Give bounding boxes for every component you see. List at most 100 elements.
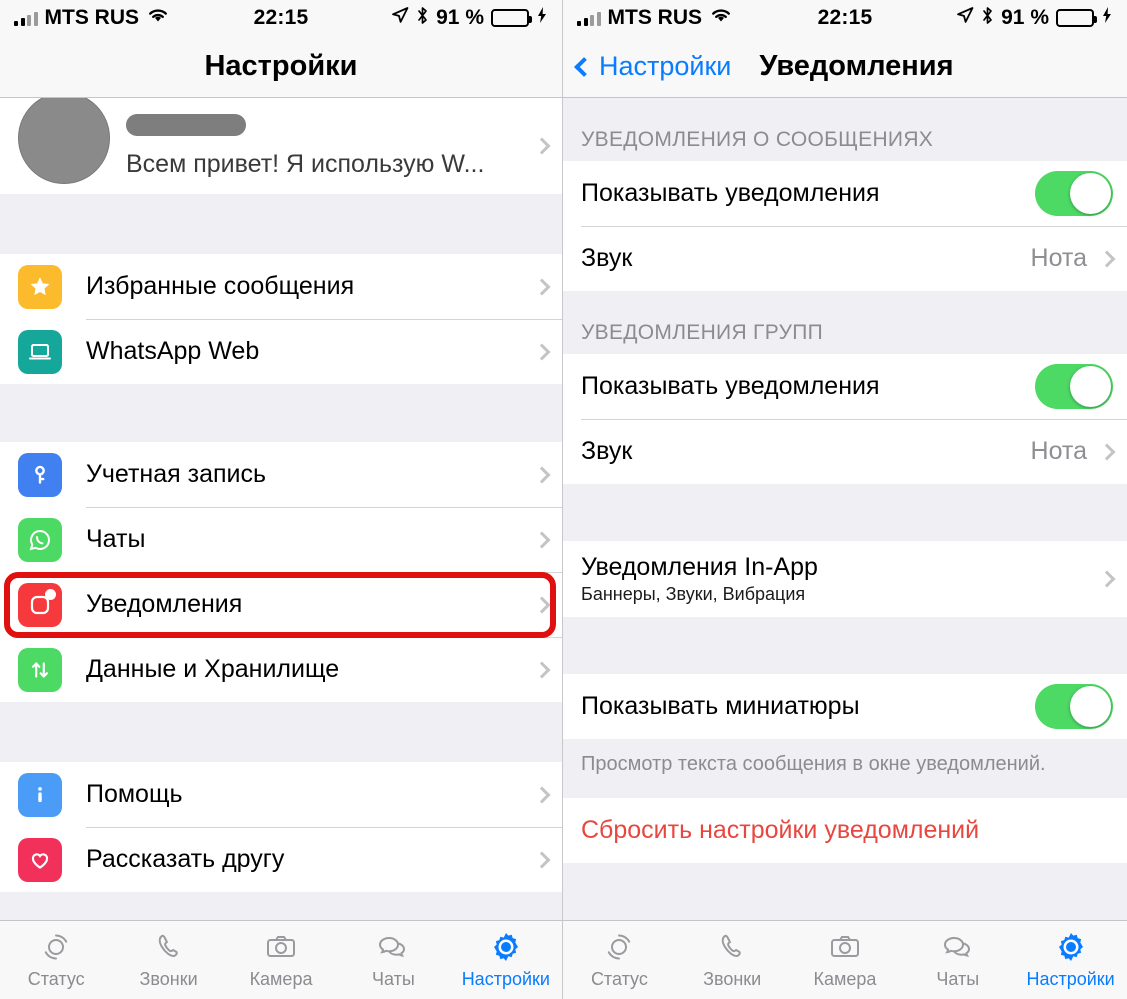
settings-list[interactable]: Всем привет! Я использую W... Избранные …: [0, 98, 562, 920]
tab-calls[interactable]: Звонки: [112, 930, 224, 990]
row-in-app-notifications[interactable]: Уведомления In-App Баннеры, Звуки, Вибра…: [563, 541, 1127, 617]
group-main-settings: Учетная запись Чаты Уведомления Данные и…: [0, 442, 562, 702]
charging-bolt-icon: [536, 6, 548, 30]
tab-settings[interactable]: Настройки: [450, 930, 562, 990]
chevron-right-icon: [533, 466, 551, 483]
row-label: Показывать уведомления: [581, 179, 880, 207]
group-group-notifications: Показывать уведомления Звук Нота: [563, 354, 1127, 484]
list-item-label: Чаты: [86, 525, 146, 553]
section-gap: [563, 484, 1127, 541]
back-button-label: Настройки: [599, 51, 732, 81]
chevron-right-icon: [533, 596, 551, 613]
list-item-chats[interactable]: Чаты: [0, 507, 562, 572]
list-item-help[interactable]: Помощь: [0, 762, 562, 827]
notifications-list[interactable]: УВЕДОМЛЕНИЯ О СООБЩЕНИЯХ Показывать увед…: [563, 98, 1127, 920]
section-footer-previews: Просмотр текста сообщения в окне уведомл…: [563, 739, 1127, 798]
status-bar-right-group: 91 %: [391, 6, 548, 31]
avatar: [18, 98, 110, 184]
back-button[interactable]: Настройки: [563, 51, 731, 82]
profile-group: Всем привет! Я использую W...: [0, 98, 562, 194]
row-show-notifications-messages[interactable]: Показывать уведомления: [563, 161, 1127, 226]
nav-bar-right: Настройки Уведомления: [563, 36, 1127, 98]
row-reset-notification-settings[interactable]: Сбросить настройки уведомлений: [563, 798, 1127, 863]
chevron-left-icon: [574, 56, 594, 77]
toggle-show-previews[interactable]: [1035, 684, 1113, 729]
battery-icon: [491, 9, 532, 27]
section-gap: [0, 702, 562, 762]
tab-label: Чаты: [372, 969, 415, 989]
tab-label: Звонки: [703, 969, 762, 989]
heart-icon: [18, 837, 62, 882]
profile-row[interactable]: Всем привет! Я использую W...: [0, 98, 562, 194]
tab-camera[interactable]: Камера: [789, 930, 902, 990]
tab-status[interactable]: Статус: [563, 930, 676, 990]
whatsapp-icon: [18, 517, 62, 562]
row-show-previews[interactable]: Показывать миниатюры: [563, 674, 1127, 739]
tab-label: Камера: [249, 969, 313, 989]
row-label: Показывать миниатюры: [581, 692, 860, 720]
tab-settings[interactable]: Настройки: [1014, 930, 1127, 990]
chevron-right-icon: [1098, 443, 1116, 460]
section-gap: [0, 384, 562, 442]
nav-bar-left: Настройки: [0, 36, 562, 98]
status-bar-left: MTS RUS 22:15 91 %: [0, 0, 562, 36]
info-icon: [18, 772, 62, 817]
row-label: Звук: [581, 244, 633, 272]
chevron-right-icon: [533, 278, 551, 295]
chevron-right-icon: [533, 343, 551, 360]
laptop-icon: [18, 329, 62, 374]
section-gap: [0, 194, 562, 254]
list-item-label: Помощь: [86, 780, 183, 808]
tab-bar-left[interactable]: Статус Звонки Камера Чаты Настройки: [0, 920, 562, 999]
list-item-label: Уведомления: [86, 590, 243, 618]
location-arrow-icon: [956, 6, 974, 30]
tab-label: Звонки: [139, 969, 198, 989]
tab-label: Статус: [27, 969, 85, 989]
row-value: Нота: [1030, 437, 1087, 465]
dual-screenshot: MTS RUS 22:15 91 % Настройки Всем привет…: [0, 0, 1127, 999]
tab-camera[interactable]: Камера: [225, 930, 337, 990]
list-item-label: Данные и Хранилище: [86, 655, 340, 683]
list-item-tell-a-friend[interactable]: Рассказать другу: [0, 827, 562, 892]
row-show-notifications-groups[interactable]: Показывать уведомления: [563, 354, 1127, 419]
left-phone-screen: MTS RUS 22:15 91 % Настройки Всем привет…: [0, 0, 563, 999]
tab-bar-right[interactable]: Статус Звонки Камера Чаты Настройки: [563, 920, 1127, 999]
toggle-show-notifications-messages[interactable]: [1035, 171, 1113, 216]
tab-chats[interactable]: Чаты: [901, 930, 1014, 990]
tab-status[interactable]: Статус: [0, 930, 112, 990]
chevron-right-icon: [1098, 570, 1116, 588]
page-title-left: Настройки: [204, 50, 358, 82]
location-arrow-icon: [391, 6, 409, 30]
profile-text: Всем привет! Я использую W...: [126, 113, 536, 179]
tab-calls[interactable]: Звонки: [676, 930, 789, 990]
list-item-label: Учетная запись: [86, 460, 267, 488]
section-gap: [563, 617, 1127, 674]
section-gap: [563, 863, 1127, 903]
row-label-wrap: Уведомления In-App Баннеры, Звуки, Вибра…: [581, 553, 1101, 604]
group-in-app: Уведомления In-App Баннеры, Звуки, Вибра…: [563, 541, 1127, 617]
list-item-favorite-messages[interactable]: Избранные сообщения: [0, 254, 562, 319]
toggle-show-notifications-groups[interactable]: [1035, 364, 1113, 409]
chevron-right-icon: [533, 531, 551, 548]
tab-label: Настройки: [1026, 969, 1115, 989]
tab-label: Настройки: [461, 969, 550, 989]
row-sound-messages[interactable]: Звук Нота: [563, 226, 1127, 291]
list-item-data-storage[interactable]: Данные и Хранилище: [0, 637, 562, 702]
tab-chats[interactable]: Чаты: [337, 930, 449, 990]
bluetooth-icon: [416, 6, 429, 31]
tab-label: Чаты: [936, 969, 980, 989]
charging-bolt-icon: [1101, 6, 1113, 30]
data-arrows-icon: [18, 647, 62, 692]
list-item-label: Избранные сообщения: [86, 272, 355, 300]
row-sound-groups[interactable]: Звук Нота: [563, 419, 1127, 484]
profile-name-redacted: [126, 113, 536, 144]
notification-icon: [18, 582, 62, 627]
chevron-right-icon: [533, 786, 551, 803]
row-label: Показывать уведомления: [581, 372, 880, 400]
profile-status: Всем привет! Я использую W...: [126, 149, 485, 178]
battery-percent-label: 91 %: [1001, 6, 1049, 29]
chevron-right-icon: [533, 137, 551, 155]
list-item-notifications[interactable]: Уведомления: [0, 572, 562, 637]
list-item-account[interactable]: Учетная запись: [0, 442, 562, 507]
list-item-whatsapp-web[interactable]: WhatsApp Web: [0, 319, 562, 384]
